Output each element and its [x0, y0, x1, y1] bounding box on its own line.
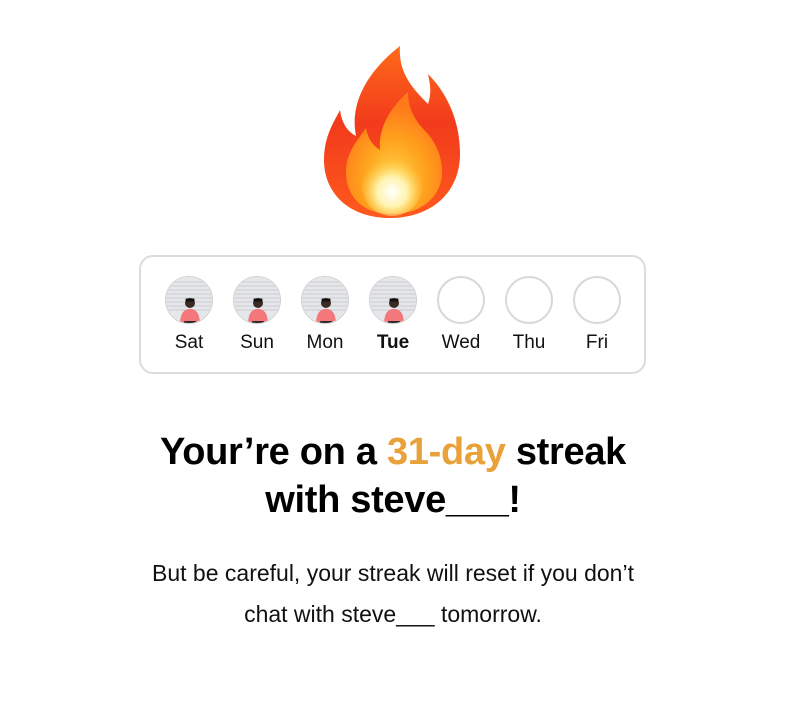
fire-icon	[324, 46, 460, 218]
streak-page: Sat Sun Mon Tue Wed Thu Fri Your’re on a…	[0, 0, 786, 712]
warning-line1: But be careful, your streak will reset i…	[152, 560, 634, 586]
streak-headline: Your’re on a 31-day streak with steve___…	[0, 428, 786, 524]
avatar-photo	[370, 277, 416, 323]
day-label: Fri	[585, 332, 609, 353]
streak-count: 31-day	[386, 431, 506, 473]
day-tue: Tue	[359, 276, 427, 366]
headline-line2: with steve___!	[265, 479, 521, 521]
day-label: Sun	[240, 332, 274, 353]
empty-day-circle	[573, 276, 621, 324]
headline-suffix: streak	[505, 431, 626, 473]
headline-prefix: Your’re on a	[159, 431, 387, 473]
avatar-photo	[166, 277, 212, 323]
day-sun: Sun	[223, 276, 291, 366]
avatar	[165, 276, 213, 324]
day-label: Sat	[174, 332, 204, 353]
avatar-photo	[302, 277, 348, 323]
day-label: Mon	[306, 332, 344, 353]
empty-day-circle	[505, 276, 553, 324]
day-mon: Mon	[291, 276, 359, 366]
day-label: Thu	[512, 332, 546, 353]
avatar	[301, 276, 349, 324]
day-wed: Wed	[427, 276, 495, 366]
day-sat: Sat	[155, 276, 223, 366]
day-thu: Thu	[495, 276, 563, 366]
avatar-photo	[234, 277, 280, 323]
streak-warning: But be careful, your streak will reset i…	[100, 553, 686, 635]
day-fri: Fri	[563, 276, 631, 366]
avatar	[369, 276, 417, 324]
avatar	[233, 276, 281, 324]
warning-line2: chat with steve___ tomorrow.	[244, 601, 542, 627]
day-label: Wed	[441, 332, 481, 353]
empty-day-circle	[437, 276, 485, 324]
day-label-current: Tue	[376, 332, 410, 353]
streak-week-card: Sat Sun Mon Tue Wed Thu Fri	[139, 255, 646, 374]
